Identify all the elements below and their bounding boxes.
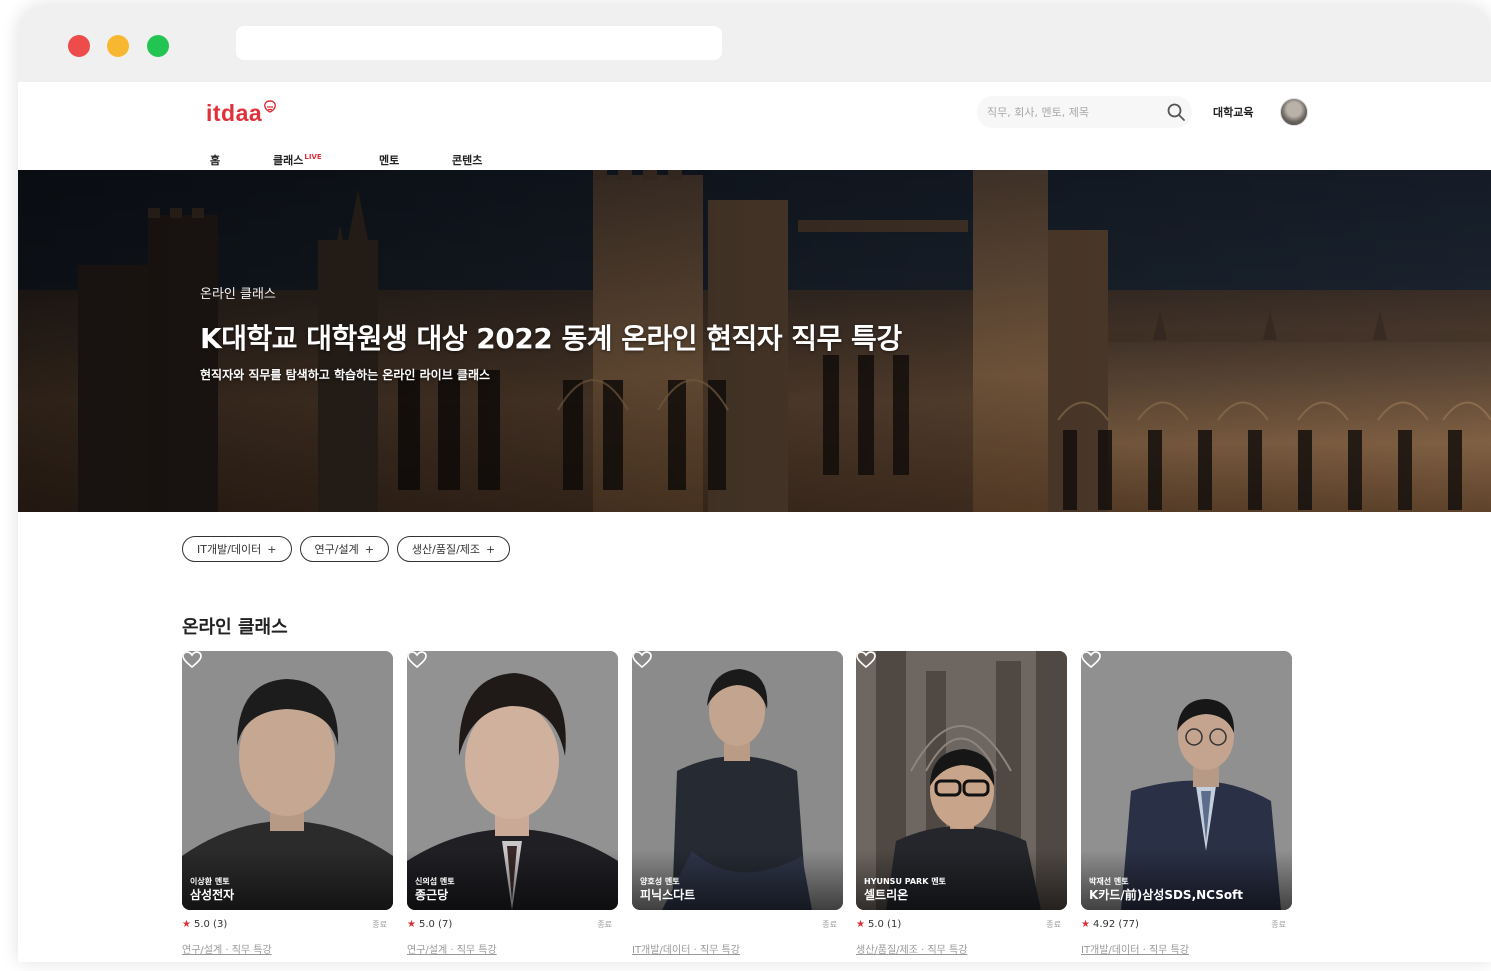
plus-icon: + [486, 543, 496, 556]
hero-title: K대학교 대학원생 대상 2022 동계 온라인 현직자 직무 특강 [200, 322, 902, 355]
card-tags[interactable]: 연구/설계 · 직무 특강 [182, 941, 272, 956]
mentor-company: 종근당 [415, 888, 449, 902]
live-badge: LIVE [304, 153, 322, 161]
status-badge: 종료 [1046, 920, 1061, 929]
class-card-list: 이상환 멘토 삼성전자 ★ 5.0 (3) 종료 연구/설계 · 직무 특강 신의… [182, 651, 1302, 971]
hero-eyebrow: 온라인 클래스 [200, 287, 276, 302]
close-window-button[interactable] [68, 35, 90, 57]
nav-item-label: 홈 [210, 154, 221, 167]
heart-icon[interactable] [632, 651, 652, 669]
filter-chip-production-quality[interactable]: 생산/품질/제조 + [396, 536, 511, 562]
nav-item-label: 클래스 [273, 154, 304, 167]
card-tags[interactable]: IT개발/데이터 · 직무 특강 [1081, 941, 1189, 956]
chip-label: 연구/설계 [314, 543, 359, 556]
rating-value: 5.0 (7) [418, 919, 453, 930]
class-card[interactable]: HYUNSU PARK 멘토 셀트리온 ★ 5.0 (1) 종료 생산/품질/제조… [856, 651, 1067, 956]
category-filter-chips: IT개발/데이터 + 연구/설계 + 생산/품질/제조 + [182, 536, 511, 564]
card-tags[interactable]: 생산/품질/제조 · 직무 특강 [856, 941, 967, 956]
chip-label: 생산/품질/제조 [411, 543, 481, 556]
address-bar[interactable] [236, 26, 722, 60]
section-title: 온라인 클래스 [182, 617, 288, 638]
university-education-link[interactable]: 대학교육 [1213, 104, 1253, 120]
status-badge: 종료 [1271, 920, 1286, 929]
heart-icon[interactable] [182, 651, 202, 669]
mentor-photo: HYUNSU PARK 멘토 셀트리온 [856, 651, 1067, 910]
mentor-photo: 이상환 멘토 삼성전자 [182, 651, 393, 910]
rating-value: 5.0 (3) [193, 919, 228, 930]
search-icon[interactable] [1166, 102, 1186, 122]
rating-row: ★ 4.92 (77) 종료 [1081, 919, 1292, 933]
mentor-company: 셀트리온 [864, 888, 909, 902]
search-input[interactable] [977, 96, 1192, 128]
star-icon: ★ [856, 919, 865, 930]
plus-icon: + [364, 543, 374, 556]
class-card[interactable]: 신의섭 멘토 종근당 ★ 5.0 (7) 종료 연구/설계 · 직무 특강 [407, 651, 618, 956]
rating-value: 5.0 (1) [867, 919, 902, 930]
itdaa-logo[interactable]: itdaa [206, 100, 277, 130]
rating-row: ★ 5.0 (3) 종료 [182, 919, 393, 933]
avatar[interactable] [1280, 98, 1308, 126]
mentor-photo: 신의섭 멘토 종근당 [407, 651, 618, 910]
rating-row: 종료 [632, 919, 843, 933]
status-badge: 종료 [372, 920, 387, 929]
status-badge: 종료 [822, 920, 837, 929]
star-icon: ★ [182, 919, 191, 930]
heart-icon[interactable] [856, 651, 876, 669]
nav-item-home[interactable]: 홈 [210, 152, 220, 168]
mentor-company: 삼성전자 [190, 888, 235, 902]
site-header: itdaa 대학교육 홈 클래스LIVE 멘토 콘텐츠 [18, 82, 1491, 170]
main-nav: 홈 클래스LIVE 멘토 콘텐츠 [18, 148, 1491, 170]
rating-row: ★ 5.0 (7) 종료 [407, 919, 618, 933]
mentor-photo: 박재선 멘토 K카드/前)삼성SDS,NCSoft [1081, 651, 1292, 910]
nav-item-mentor[interactable]: 멘토 [379, 152, 399, 168]
mentor-company: 피닉스다트 [640, 888, 696, 902]
heart-icon[interactable] [1081, 651, 1101, 669]
card-tags[interactable]: IT개발/데이터 · 직무 특강 [632, 941, 740, 956]
mentor-photo: 양호성 멘토 피닉스다트 [632, 651, 843, 910]
hero-banner: 온라인 클래스 K대학교 대학원생 대상 2022 동계 온라인 현직자 직무 … [18, 170, 1491, 512]
rating-value: 4.92 (77) [1092, 919, 1139, 930]
star-icon: ★ [407, 919, 416, 930]
class-card[interactable]: 양호성 멘토 피닉스다트 종료 IT개발/데이터 · 직무 특강 [632, 651, 843, 956]
logo-mark-icon [264, 100, 277, 113]
chip-label: IT개발/데이터 [197, 543, 262, 556]
card-tags[interactable]: 연구/설계 · 직무 특강 [407, 941, 497, 956]
status-badge: 종료 [597, 920, 612, 929]
class-card[interactable]: 이상환 멘토 삼성전자 ★ 5.0 (3) 종료 연구/설계 · 직무 특강 [182, 651, 393, 956]
star-icon: ★ [1081, 919, 1090, 930]
minimize-window-button[interactable] [107, 35, 129, 57]
nav-item-class[interactable]: 클래스LIVE [273, 152, 322, 168]
filter-chip-research-design[interactable]: 연구/설계 + [299, 536, 389, 562]
mentor-company: K카드/前)삼성SDS,NCSoft [1089, 888, 1244, 902]
nav-item-label: 멘토 [379, 154, 400, 167]
filter-chip-it-data[interactable]: IT개발/데이터 + [182, 536, 292, 562]
maximize-window-button[interactable] [147, 35, 169, 57]
nav-item-label: 콘텐츠 [452, 154, 483, 167]
heart-icon[interactable] [407, 651, 427, 669]
plus-icon: + [267, 543, 277, 556]
browser-chrome [18, 5, 1491, 82]
logo-text: itdaa [206, 100, 263, 126]
class-card[interactable]: 박재선 멘토 K카드/前)삼성SDS,NCSoft ★ 4.92 (77) 종료 … [1081, 651, 1292, 956]
hero-subtitle: 현직자와 직무를 탐색하고 학습하는 온라인 라이브 클래스 [200, 368, 491, 382]
nav-item-content[interactable]: 콘텐츠 [452, 152, 482, 168]
rating-row: ★ 5.0 (1) 종료 [856, 919, 1067, 933]
